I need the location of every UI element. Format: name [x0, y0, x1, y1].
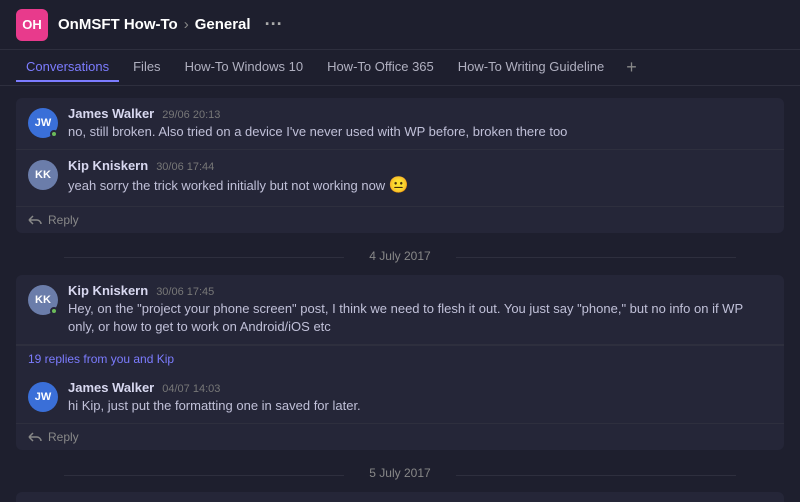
message-time: 04/07 14:03: [162, 383, 220, 395]
message-time: 30/06 17:45: [156, 286, 214, 298]
tab-office365[interactable]: How-To Office 365: [317, 53, 444, 82]
tab-bar: Conversations Files How-To Windows 10 Ho…: [0, 50, 800, 86]
message-item: JW James Walker 04/07 14:03 hi Kip, just…: [16, 372, 784, 424]
message-time: 30/06 17:44: [156, 161, 214, 173]
header-menu-dots[interactable]: ···: [265, 14, 283, 35]
online-indicator: [50, 307, 58, 315]
message-author: James Walker: [68, 380, 154, 395]
thread-block-2: KK Kip Kniskern 30/06 17:45 Hey, on the …: [16, 275, 784, 451]
channel-name: General: [195, 16, 251, 33]
message-item: KK Kip Kniskern 30/06 17:45 Hey, on the …: [16, 275, 784, 345]
thread-block-1: JW James Walker 29/06 20:13 no, still br…: [16, 98, 784, 233]
team-name: OnMSFT How-To: [58, 16, 178, 33]
avatar: KK: [28, 160, 58, 190]
reply-icon: [28, 432, 42, 442]
message-header: Kip Kniskern 30/06 17:45: [68, 283, 772, 298]
message-text: hi Kip, just put the formatting one in s…: [68, 397, 772, 415]
reply-button[interactable]: Reply: [16, 424, 784, 450]
online-indicator: [50, 130, 58, 138]
message-header: James Walker 04/07 14:03: [68, 380, 772, 395]
date-divider-1: 4 July 2017: [0, 237, 800, 271]
message-header: James Walker 29/06 20:13: [68, 106, 772, 121]
avatar: JW: [28, 382, 58, 412]
message-body: Kip Kniskern 30/06 17:44 yeah sorry the …: [68, 158, 772, 197]
message-time: 29/06 20:13: [162, 109, 220, 121]
replies-count[interactable]: 19 replies from you and Kip: [16, 345, 784, 372]
emoji-icon: 😐: [389, 177, 409, 194]
reply-icon: [28, 215, 42, 225]
team-avatar: OH: [16, 9, 48, 41]
tab-files[interactable]: Files: [123, 53, 170, 82]
message-body: James Walker 04/07 14:03 hi Kip, just pu…: [68, 380, 772, 415]
reply-button[interactable]: Reply: [16, 207, 784, 233]
message-body: James Walker 29/06 20:13 no, still broke…: [68, 106, 772, 141]
breadcrumb-separator: ›: [184, 16, 189, 33]
date-divider-2: 5 July 2017: [0, 454, 800, 488]
message-item: KK Kip Kniskern 30/06 17:44 yeah sorry t…: [16, 150, 784, 206]
add-tab-button[interactable]: +: [618, 57, 645, 78]
message-text: Hey, on the "project your phone screen" …: [68, 300, 772, 336]
breadcrumb: OnMSFT How-To › General ···: [58, 14, 283, 35]
thread-block-3: JW James Walker 05/07 19:47 Hey Kip, I j…: [16, 492, 784, 502]
tab-writing-guideline[interactable]: How-To Writing Guideline: [448, 53, 614, 82]
tab-conversations[interactable]: Conversations: [16, 53, 119, 82]
message-header: Kip Kniskern 30/06 17:44: [68, 158, 772, 173]
avatar: JW: [28, 108, 58, 138]
message-author: James Walker: [68, 106, 154, 121]
message-author: Kip Kniskern: [68, 158, 148, 173]
message-text: no, still broken. Also tried on a device…: [68, 123, 772, 141]
avatar: KK: [28, 285, 58, 315]
message-author: Kip Kniskern: [68, 283, 148, 298]
message-item: JW James Walker 29/06 20:13 no, still br…: [16, 98, 784, 150]
conversation-content: JW James Walker 29/06 20:13 no, still br…: [0, 86, 800, 502]
message-item: JW James Walker 05/07 19:47 Hey Kip, I j…: [16, 492, 784, 502]
message-body: Kip Kniskern 30/06 17:45 Hey, on the "pr…: [68, 283, 772, 336]
message-text: yeah sorry the trick worked initially bu…: [68, 175, 772, 197]
app-header: OH OnMSFT How-To › General ···: [0, 0, 800, 50]
tab-windows10[interactable]: How-To Windows 10: [175, 53, 314, 82]
